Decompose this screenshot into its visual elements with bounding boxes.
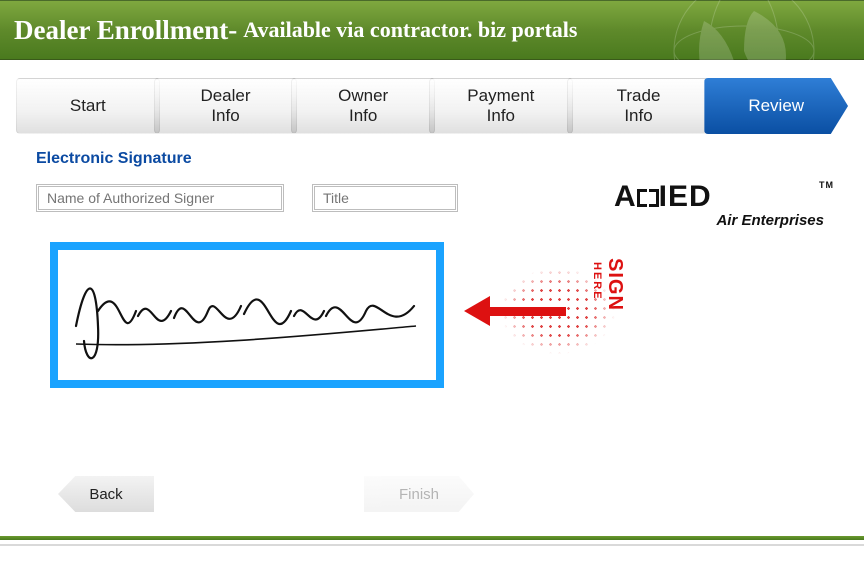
tm-mark: TM <box>819 180 834 190</box>
signer-title-input[interactable] <box>312 184 458 212</box>
brand-logo: AIEDTM Air Enterprises <box>614 180 824 229</box>
back-button[interactable]: Back <box>58 476 154 512</box>
footer-divider <box>0 544 864 546</box>
here-text: HERE <box>591 262 603 311</box>
sign-area: SIGN HERE <box>36 232 636 402</box>
step-label: Start <box>70 96 106 116</box>
section-title: Electronic Signature <box>36 150 828 168</box>
finish-button[interactable]: Finish <box>364 476 474 512</box>
step-trade-info[interactable]: Trade Info <box>567 78 711 134</box>
step-dealer-info[interactable]: Dealer Info <box>154 78 298 134</box>
nav-row: Back Finish <box>36 476 476 516</box>
signature-sample <box>66 256 426 376</box>
step-label: Trade Info <box>617 86 661 125</box>
step-bar: Start Dealer Info Owner Info Payment Inf… <box>0 60 864 144</box>
step-label: Dealer Info <box>200 86 250 125</box>
brand-tagline: Air Enterprises <box>614 212 824 229</box>
arrow-left-icon <box>464 296 564 326</box>
footer-accent <box>0 536 864 540</box>
sign-text: SIGN <box>604 258 626 311</box>
sign-here-callout: SIGN HERE <box>456 250 626 372</box>
page-subtitle: Available via contractor. biz portals <box>243 17 577 43</box>
signer-name-input[interactable] <box>36 184 284 212</box>
header-band: Dealer Enrollment- Available via contrac… <box>0 0 864 60</box>
step-review[interactable]: Review <box>704 78 848 134</box>
step-label: Review <box>748 96 804 116</box>
step-label: Payment Info <box>467 86 534 125</box>
step-start[interactable]: Start <box>16 78 160 134</box>
brand-wordmark: AIEDTM <box>614 180 824 214</box>
finish-label: Finish <box>399 486 439 503</box>
page-title: Dealer Enrollment- <box>14 15 237 46</box>
step-payment-info[interactable]: Payment Info <box>429 78 573 134</box>
step-label: Owner Info <box>338 86 388 125</box>
sign-here-label: SIGN HERE <box>591 258 626 311</box>
page: Dealer Enrollment- Available via contrac… <box>0 0 864 576</box>
step-owner-info[interactable]: Owner Info <box>291 78 435 134</box>
back-label: Back <box>89 486 122 503</box>
